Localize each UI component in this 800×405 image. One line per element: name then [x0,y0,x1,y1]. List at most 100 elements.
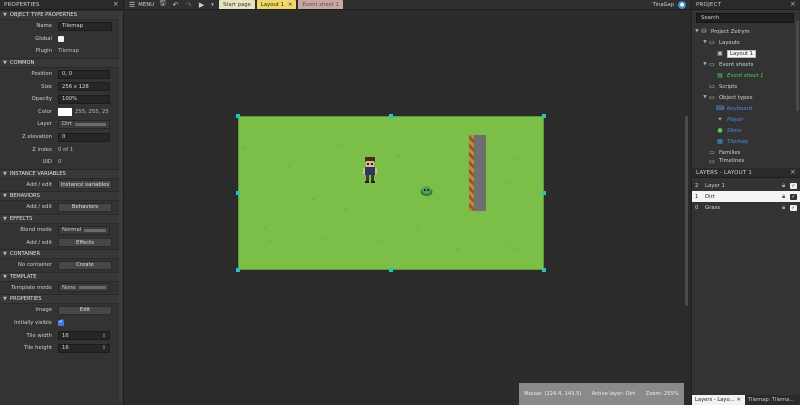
lock-icon[interactable]: 🔒︎ [782,204,790,212]
tree-object-types[interactable]: ▼ ▭ Object types [692,92,800,103]
tab-layers[interactable]: Layers - Layo... ✕ [692,395,745,405]
section-instance-variables[interactable]: ▼ INSTANCE VARIABLES [0,168,123,179]
menu-button[interactable]: ☰ MENU [129,1,154,9]
color-value[interactable]: 255, 255, 25 [75,109,109,115]
play-options-icon[interactable]: ▾ [210,1,215,9]
edit-image-button[interactable]: Edit [58,305,112,315]
resize-handle[interactable] [542,114,546,118]
canvas-vertical-scrollbar[interactable] [685,116,688,306]
name-input[interactable]: Tilemap [58,21,112,31]
prop-zelev-row: Z elevation 0 [0,131,123,144]
tab-start-page[interactable]: Start page [219,0,255,9]
player-sprite[interactable] [362,156,378,184]
instance-variables-button[interactable]: Instance variables [58,180,112,190]
spinner-icon[interactable]: ⇳ [102,333,106,339]
user-account[interactable]: TinaGap ● [653,1,686,9]
blend-mode-select[interactable]: Normal [58,225,110,235]
section-object-type[interactable]: ▼ OBJECT TYPE PROPERTIES [0,10,123,20]
grass-tuft: ᵥᵥ [321,235,324,241]
close-tab-icon[interactable]: ✕ [737,397,741,403]
position-input[interactable]: 0, 0 [58,69,110,79]
lock-icon[interactable]: 🔒︎ [782,193,790,201]
resize-handle[interactable] [389,268,393,272]
close-icon[interactable]: × [790,169,796,176]
tab-label: Layers - Layo... [695,397,735,403]
resize-handle[interactable] [236,114,240,118]
close-icon[interactable]: × [790,1,796,8]
resize-handle[interactable] [389,114,393,118]
template-mode-select[interactable]: None [58,283,110,293]
layer-row-grass[interactable]: 0 Grass 🔒︎ ✓ [692,202,800,213]
tab-tilemap[interactable]: Tilemap: Tilema... [745,395,800,405]
tree-object-slime[interactable]: ● Slime [692,125,800,136]
tree-timelines[interactable]: ▭ Timelines [692,158,800,164]
tree-layout-1[interactable]: ▣ Layout 1 [692,48,800,59]
resize-handle[interactable] [542,268,546,272]
grass-tuft: ᵥᵥ [503,237,506,243]
undo-icon[interactable]: ↶ [171,1,180,9]
close-icon[interactable]: × [113,1,119,8]
initially-visible-checkbox[interactable] [58,318,64,326]
tree-label: Layout 1 [727,49,757,58]
spinner-icon[interactable]: ⇳ [102,345,106,351]
layers-panel: LAYERS - LAYOUT 1 × 2 Layer 1 🔒︎ ✓ 1 Dir… [691,168,800,405]
section-container[interactable]: ▼ CONTAINER [0,248,123,259]
play-icon[interactable]: ▶ [197,1,206,9]
section-effects[interactable]: ▼ EFFECTS [0,213,123,224]
properties-title: PROPERTIES [4,1,40,8]
close-tab-icon[interactable]: ✕ [288,2,292,8]
tab-layout-1[interactable]: Layout 1 ✕ [256,0,297,9]
section-template[interactable]: ▼ TEMPLATE [0,271,123,282]
tree-families[interactable]: ▭ Families [692,147,800,158]
slime-sprite[interactable] [420,185,433,196]
layer-row-layer1[interactable]: 2 Layer 1 🔒︎ ✓ [692,180,800,191]
tile-height-input[interactable]: 16 ⇳ [58,343,110,353]
layer-select[interactable]: Dirt [58,119,110,129]
effects-button[interactable]: Effects [58,238,112,248]
tree-root[interactable]: ▼ ⛁ Project Zelrym [692,26,800,37]
tree-object-tilemap[interactable]: ▦ Tilemap [692,136,800,147]
section-common[interactable]: ▼ COMMON [0,57,123,68]
resize-handle[interactable] [542,191,546,195]
status-bar: Mouse: (224.4, 143.5) Active layer: Dirt… [519,383,684,405]
create-container-button[interactable]: Create [58,260,112,270]
tree-event-sheets[interactable]: ▼ ▭ Event sheets [692,59,800,70]
save-icon[interactable]: 🖫 [158,0,167,9]
grass-tuft: ᵥᵥ [268,238,271,244]
layer-row-dirt[interactable]: 1 Dirt 🔒︎ ✓ [692,191,800,202]
opacity-input[interactable]: 100% [58,94,110,104]
redo-icon[interactable]: ↷ [184,1,193,9]
resize-handle[interactable] [236,268,240,272]
properties-panel: PROPERTIES × ▼ OBJECT TYPE PROPERTIES Nam… [0,0,124,405]
properties-scrollbar[interactable] [119,12,122,402]
prop-label: Add / edit [26,204,52,211]
z-elevation-input[interactable]: 0 [58,132,110,142]
grass-tuft: ᵥᵥ [311,196,314,202]
lock-icon[interactable]: 🔒︎ [782,182,790,190]
layout-canvas[interactable]: ᵥᵥ ᵥᵥ ᵥᵥ ᵥᵥ ᵥᵥ ᵥᵥ ᵥᵥ ᵥᵥ ᵥᵥ ᵥᵥ ᵥᵥ ᵥᵥ ᵥᵥ ᵥ… [125,11,690,405]
tree-layouts[interactable]: ▼ ▭ Layouts [692,37,800,48]
tab-event-sheet-1[interactable]: Event sheet 1 [298,0,344,9]
tree-object-player[interactable]: ✦ Player [692,114,800,125]
tilemap-grass[interactable] [238,116,544,270]
visibility-checkbox[interactable]: ✓ [790,193,797,200]
size-input[interactable]: 256 x 128 [58,82,110,92]
prop-layer-row: Layer Dirt [0,118,123,131]
behaviors-button[interactable]: Behaviors [58,202,112,212]
section-behaviors[interactable]: ▼ BEHAVIORS [0,191,123,202]
visibility-checkbox[interactable]: ✓ [790,204,797,211]
mouse-position: Mouse: (224.4, 143.5) [524,391,582,397]
section-properties[interactable]: ▼ PROPERTIES [0,294,123,305]
resize-handle[interactable] [236,191,240,195]
project-scrollbar[interactable] [796,21,799,111]
tree-scripts[interactable]: ▭ Scripts [692,81,800,92]
tree-object-keyboard[interactable]: ⌨ Keyboard [692,103,800,114]
folder-icon: ▭ [709,61,715,68]
color-swatch[interactable] [58,107,72,116]
tree-event-sheet-1[interactable]: ▤ Event sheet 1 [692,70,800,81]
global-checkbox[interactable] [58,35,64,42]
search-input[interactable]: Search [696,13,794,23]
tile-width-input[interactable]: 16 ⇳ [58,331,110,341]
template-select-value: None [62,284,76,291]
visibility-checkbox[interactable]: ✓ [790,182,797,189]
